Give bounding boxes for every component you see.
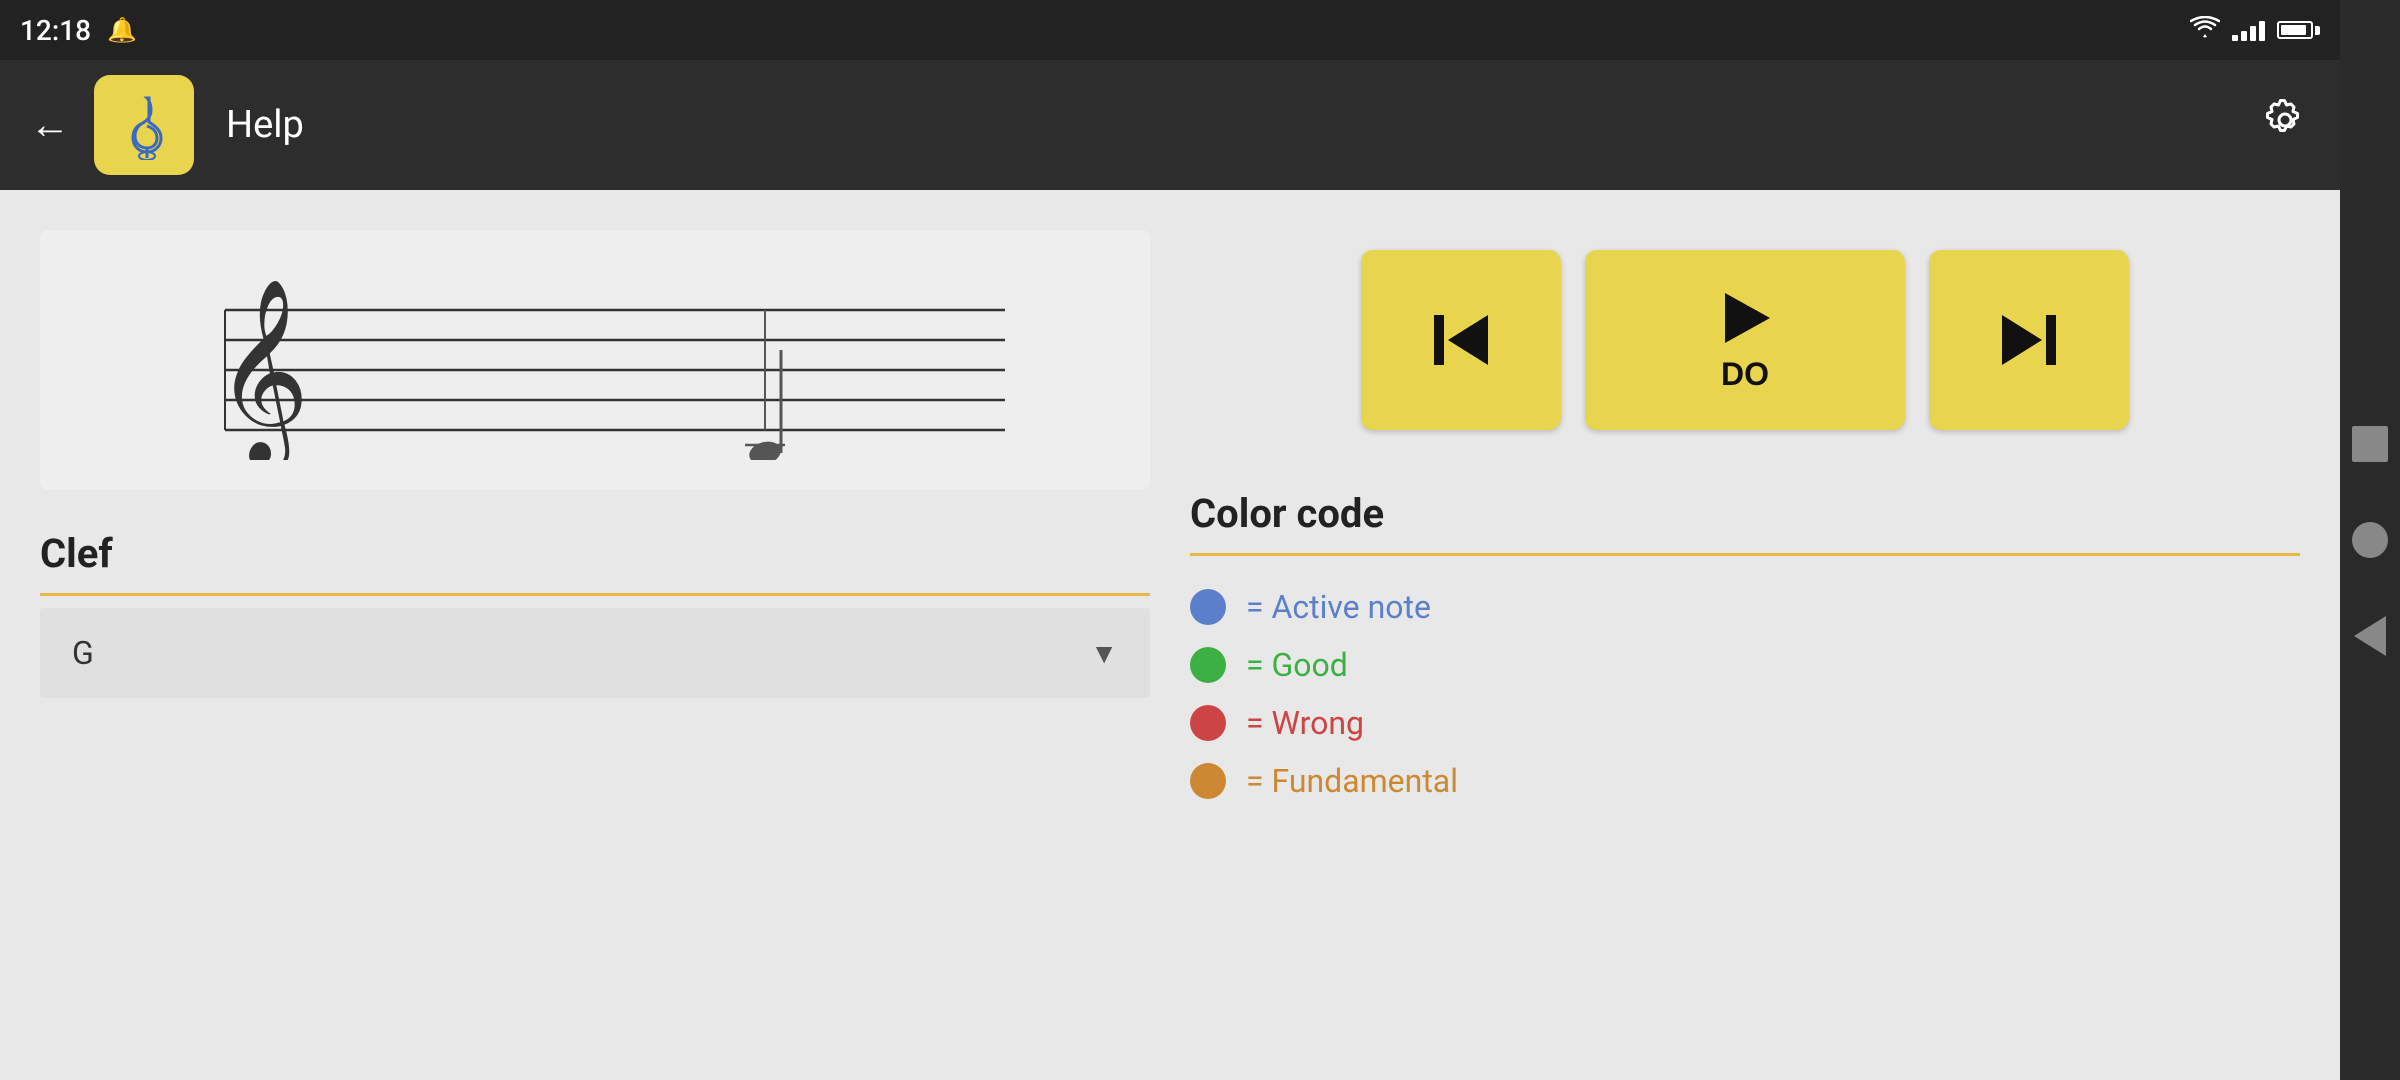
signal-icon [2232, 19, 2265, 41]
side-circle-button[interactable] [2352, 522, 2388, 558]
settings-button[interactable] [2260, 95, 2310, 156]
main-content: 𝄞 Clef G ▼ [0, 190, 2340, 1080]
color-item-active: = Active note [1190, 588, 2300, 626]
playback-controls: DO [1190, 230, 2300, 450]
app-bar: ← Help [0, 60, 2340, 190]
prev-button[interactable] [1361, 250, 1561, 430]
clef-dropdown[interactable]: G ▼ [40, 608, 1150, 698]
wrong-label: = Wrong [1246, 704, 1364, 742]
side-back-button[interactable] [2352, 618, 2388, 654]
wifi-icon [2190, 15, 2220, 45]
notification-icon: 🔔 [107, 16, 137, 44]
fundamental-dot [1190, 763, 1226, 799]
color-item-fundamental: = Fundamental [1190, 762, 2300, 800]
status-bar-left: 12:18 🔔 [20, 14, 137, 47]
color-item-good: = Good [1190, 646, 2300, 684]
status-time: 12:18 [20, 14, 91, 47]
color-code-divider [1190, 553, 2300, 556]
active-note-dot [1190, 589, 1226, 625]
clef-section-title: Clef [40, 530, 1150, 577]
active-note-label: = Active note [1246, 588, 1431, 626]
app-logo [94, 75, 194, 175]
app-bar-left: ← Help [30, 75, 304, 175]
play-note-label: DO [1721, 356, 1769, 393]
clef-value: G [72, 634, 94, 672]
color-item-wrong: = Wrong [1190, 704, 2300, 742]
staff-area: 𝄞 [40, 230, 1150, 490]
fundamental-label: = Fundamental [1246, 762, 1458, 800]
right-panel: DO Color code = Active note [1190, 230, 2300, 1040]
play-button[interactable]: DO [1585, 250, 1905, 430]
app-container: 12:18 🔔 [0, 0, 2340, 1080]
good-label: = Good [1246, 646, 1348, 684]
status-bar-right [2190, 15, 2320, 45]
color-items: = Active note = Good = Wrong = Fundament… [1190, 568, 2300, 800]
clef-divider [40, 593, 1150, 596]
status-bar: 12:18 🔔 [0, 0, 2340, 60]
color-code-section: Color code = Active note = Good = Wrong [1190, 490, 2300, 800]
battery-icon [2277, 21, 2320, 39]
side-rail [2340, 0, 2400, 1080]
dropdown-arrow-icon: ▼ [1090, 637, 1118, 670]
svg-text:𝄞: 𝄞 [215, 281, 310, 460]
next-button[interactable] [1929, 250, 2129, 430]
color-code-title: Color code [1190, 490, 2300, 537]
wrong-dot [1190, 705, 1226, 741]
app-title: Help [226, 103, 304, 147]
side-square-button[interactable] [2352, 426, 2388, 462]
clef-section: Clef G ▼ [40, 530, 1150, 698]
good-dot [1190, 647, 1226, 683]
left-panel: 𝄞 Clef G ▼ [40, 230, 1150, 1040]
back-button[interactable]: ← [30, 103, 70, 148]
